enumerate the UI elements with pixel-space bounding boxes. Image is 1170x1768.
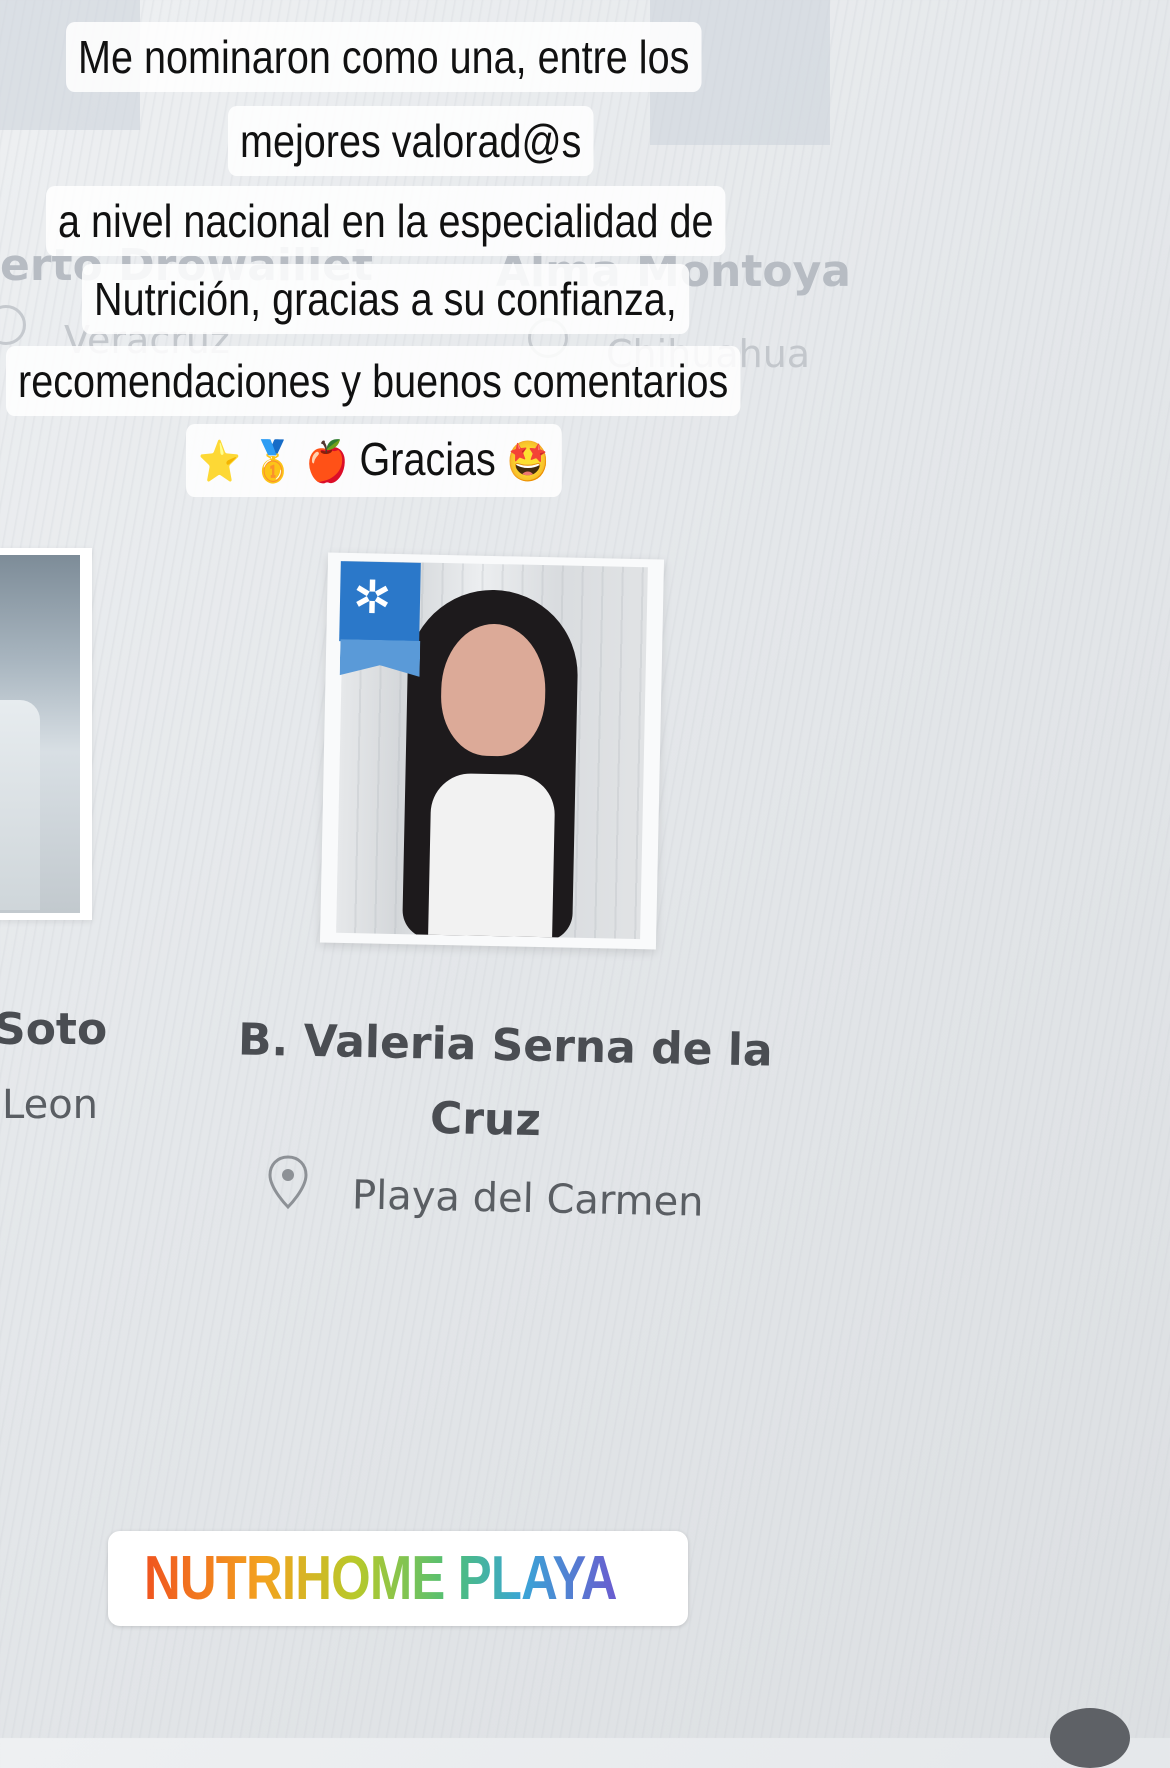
caption-line-4: Nutrición, gracias a su confianza, — [82, 264, 689, 334]
caption-text-5: recomendaciones y buenos comentarios — [18, 355, 729, 407]
doctor-photo-left-figure — [0, 700, 40, 910]
location-sticker-label: NUTRIHOME PLAYA — [144, 1544, 617, 1613]
photo-subject-face — [439, 622, 547, 758]
doctor-city-left: Leon — [2, 1082, 99, 1128]
doctor-name-left[interactable]: Soto — [0, 1004, 107, 1055]
doctor-city-main: Playa del Carmen — [351, 1172, 705, 1226]
caption-text-4: Nutrición, gracias a su confianza, — [94, 273, 677, 325]
caption-gracias: Gracias — [359, 433, 496, 485]
doctor-name-main-line2[interactable]: Cruz — [429, 1093, 541, 1146]
location-pin-icon — [268, 1155, 308, 1210]
caption-line-1: Me nominaron como una, entre los — [66, 22, 702, 92]
medal-icon: 🥇 — [251, 439, 295, 485]
doctor-name-main-line1[interactable]: B. Valeria Serna de la — [238, 1014, 774, 1076]
caption-line-2: mejores valorad@s — [228, 106, 594, 176]
caption-line-6: ⭐ 🥇 🍎 Gracias 🤩 — [186, 424, 562, 497]
caption-text-1: Me nominaron como una, entre los — [78, 31, 690, 83]
caption-line-3: a nivel nacional en la especialidad de — [46, 186, 726, 256]
bg-location-icon-left — [0, 305, 26, 345]
star-struck-icon: 🤩 — [506, 439, 550, 485]
doctoralia-logo-icon: ✲ — [352, 569, 393, 625]
star-icon: ⭐ — [198, 439, 241, 485]
corner-shadow — [1050, 1708, 1130, 1768]
caption-line-5: recomendaciones y buenos comentarios — [6, 346, 741, 416]
photo-subject-shirt — [427, 772, 556, 940]
apple-icon: 🍎 — [305, 439, 349, 485]
caption-text-2: mejores valorad@s — [240, 115, 582, 167]
location-sticker[interactable]: NUTRIHOME PLAYA — [108, 1531, 688, 1626]
caption-text-3: a nivel nacional en la especialidad de — [58, 195, 714, 247]
